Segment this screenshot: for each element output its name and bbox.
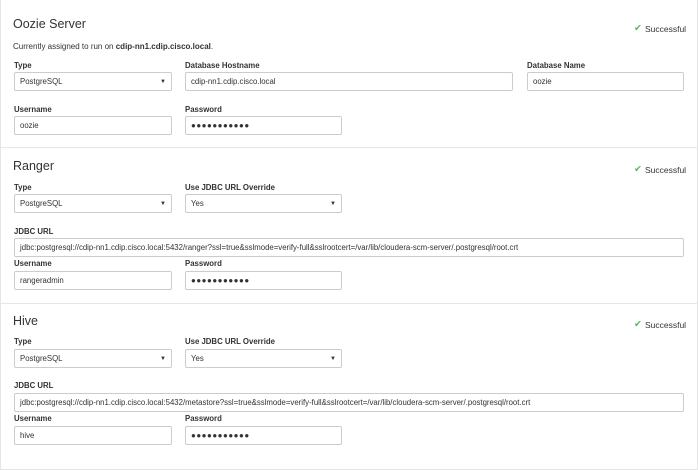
hive-password-input[interactable]: ●●●●●●●●●●● xyxy=(185,426,342,445)
username-label: Username xyxy=(14,414,52,423)
hive-type-select[interactable]: PostgreSQL ▼ xyxy=(14,349,172,368)
oozie-password-input[interactable]: ●●●●●●●●●●● xyxy=(185,116,342,135)
check-icon: ✔ xyxy=(634,164,642,176)
db-name-label: Database Name xyxy=(527,61,586,70)
oozie-db-hostname-input[interactable]: cdip-nn1.cdip.cisco.local xyxy=(185,72,513,91)
type-label: Type xyxy=(14,61,32,70)
status-oozie: ✔ Successful xyxy=(634,24,686,34)
check-icon: ✔ xyxy=(634,319,642,331)
password-label: Password xyxy=(185,414,222,423)
select-value: PostgreSQL xyxy=(20,77,63,86)
select-value: PostgreSQL xyxy=(20,354,63,363)
select-value: Yes xyxy=(191,199,204,208)
hive-jdbc-override-select[interactable]: Yes ▼ xyxy=(185,349,342,368)
jdbc-override-label: Use JDBC URL Override xyxy=(185,183,275,192)
section-divider xyxy=(0,147,698,148)
ranger-username-input[interactable]: rangeradmin xyxy=(14,271,172,290)
password-label: Password xyxy=(185,105,222,114)
status-label: Successful xyxy=(644,165,687,175)
jdbc-url-label: JDBC URL xyxy=(14,227,54,236)
caret-down-icon: ▼ xyxy=(160,355,166,362)
section-title-ranger: Ranger xyxy=(13,159,54,173)
hive-username-input[interactable]: hive xyxy=(14,426,172,445)
select-value: Yes xyxy=(191,354,204,363)
jdbc-override-label: Use JDBC URL Override xyxy=(185,337,275,346)
select-value: PostgreSQL xyxy=(20,199,63,208)
ranger-jdbc-override-select[interactable]: Yes ▼ xyxy=(185,194,342,213)
type-label: Type xyxy=(14,183,32,192)
caret-down-icon: ▼ xyxy=(160,78,166,85)
oozie-username-input[interactable]: oozie xyxy=(14,116,172,135)
section-title-oozie: Oozie Server xyxy=(13,17,86,31)
assigned-host: cdip-nn1.cdip.cisco.local xyxy=(115,42,211,51)
section-title-hive: Hive xyxy=(13,314,39,328)
caret-down-icon: ▼ xyxy=(330,355,336,362)
caret-down-icon: ▼ xyxy=(330,200,336,207)
ranger-password-input[interactable]: ●●●●●●●●●●● xyxy=(185,271,342,290)
oozie-db-name-input[interactable]: oozie xyxy=(527,72,684,91)
assigned-prefix: Currently assigned to run on xyxy=(13,42,116,51)
password-label: Password xyxy=(185,259,222,268)
oozie-type-select[interactable]: PostgreSQL ▼ xyxy=(14,72,172,91)
username-label: Username xyxy=(14,259,52,268)
check-icon: ✔ xyxy=(634,23,642,35)
caret-down-icon: ▼ xyxy=(160,200,166,207)
assigned-suffix: . xyxy=(210,42,214,51)
ranger-type-select[interactable]: PostgreSQL ▼ xyxy=(14,194,172,213)
status-ranger: ✔ Successful xyxy=(634,165,686,175)
username-label: Username xyxy=(14,105,52,114)
status-hive: ✔ Successful xyxy=(634,320,686,330)
db-hostname-label: Database Hostname xyxy=(185,61,260,70)
type-label: Type xyxy=(14,337,32,346)
ranger-jdbc-url-input[interactable]: jdbc:postgresql://cdip-nn1.cdip.cisco.lo… xyxy=(14,238,684,257)
status-label: Successful xyxy=(644,24,687,34)
jdbc-url-label: JDBC URL xyxy=(14,381,54,390)
status-label: Successful xyxy=(644,320,687,330)
section-divider xyxy=(0,303,698,304)
assigned-host-text: Currently assigned to run on cdip-nn1.cd… xyxy=(13,42,213,51)
hive-jdbc-url-input[interactable]: jdbc:postgresql://cdip-nn1.cdip.cisco.lo… xyxy=(14,393,684,412)
